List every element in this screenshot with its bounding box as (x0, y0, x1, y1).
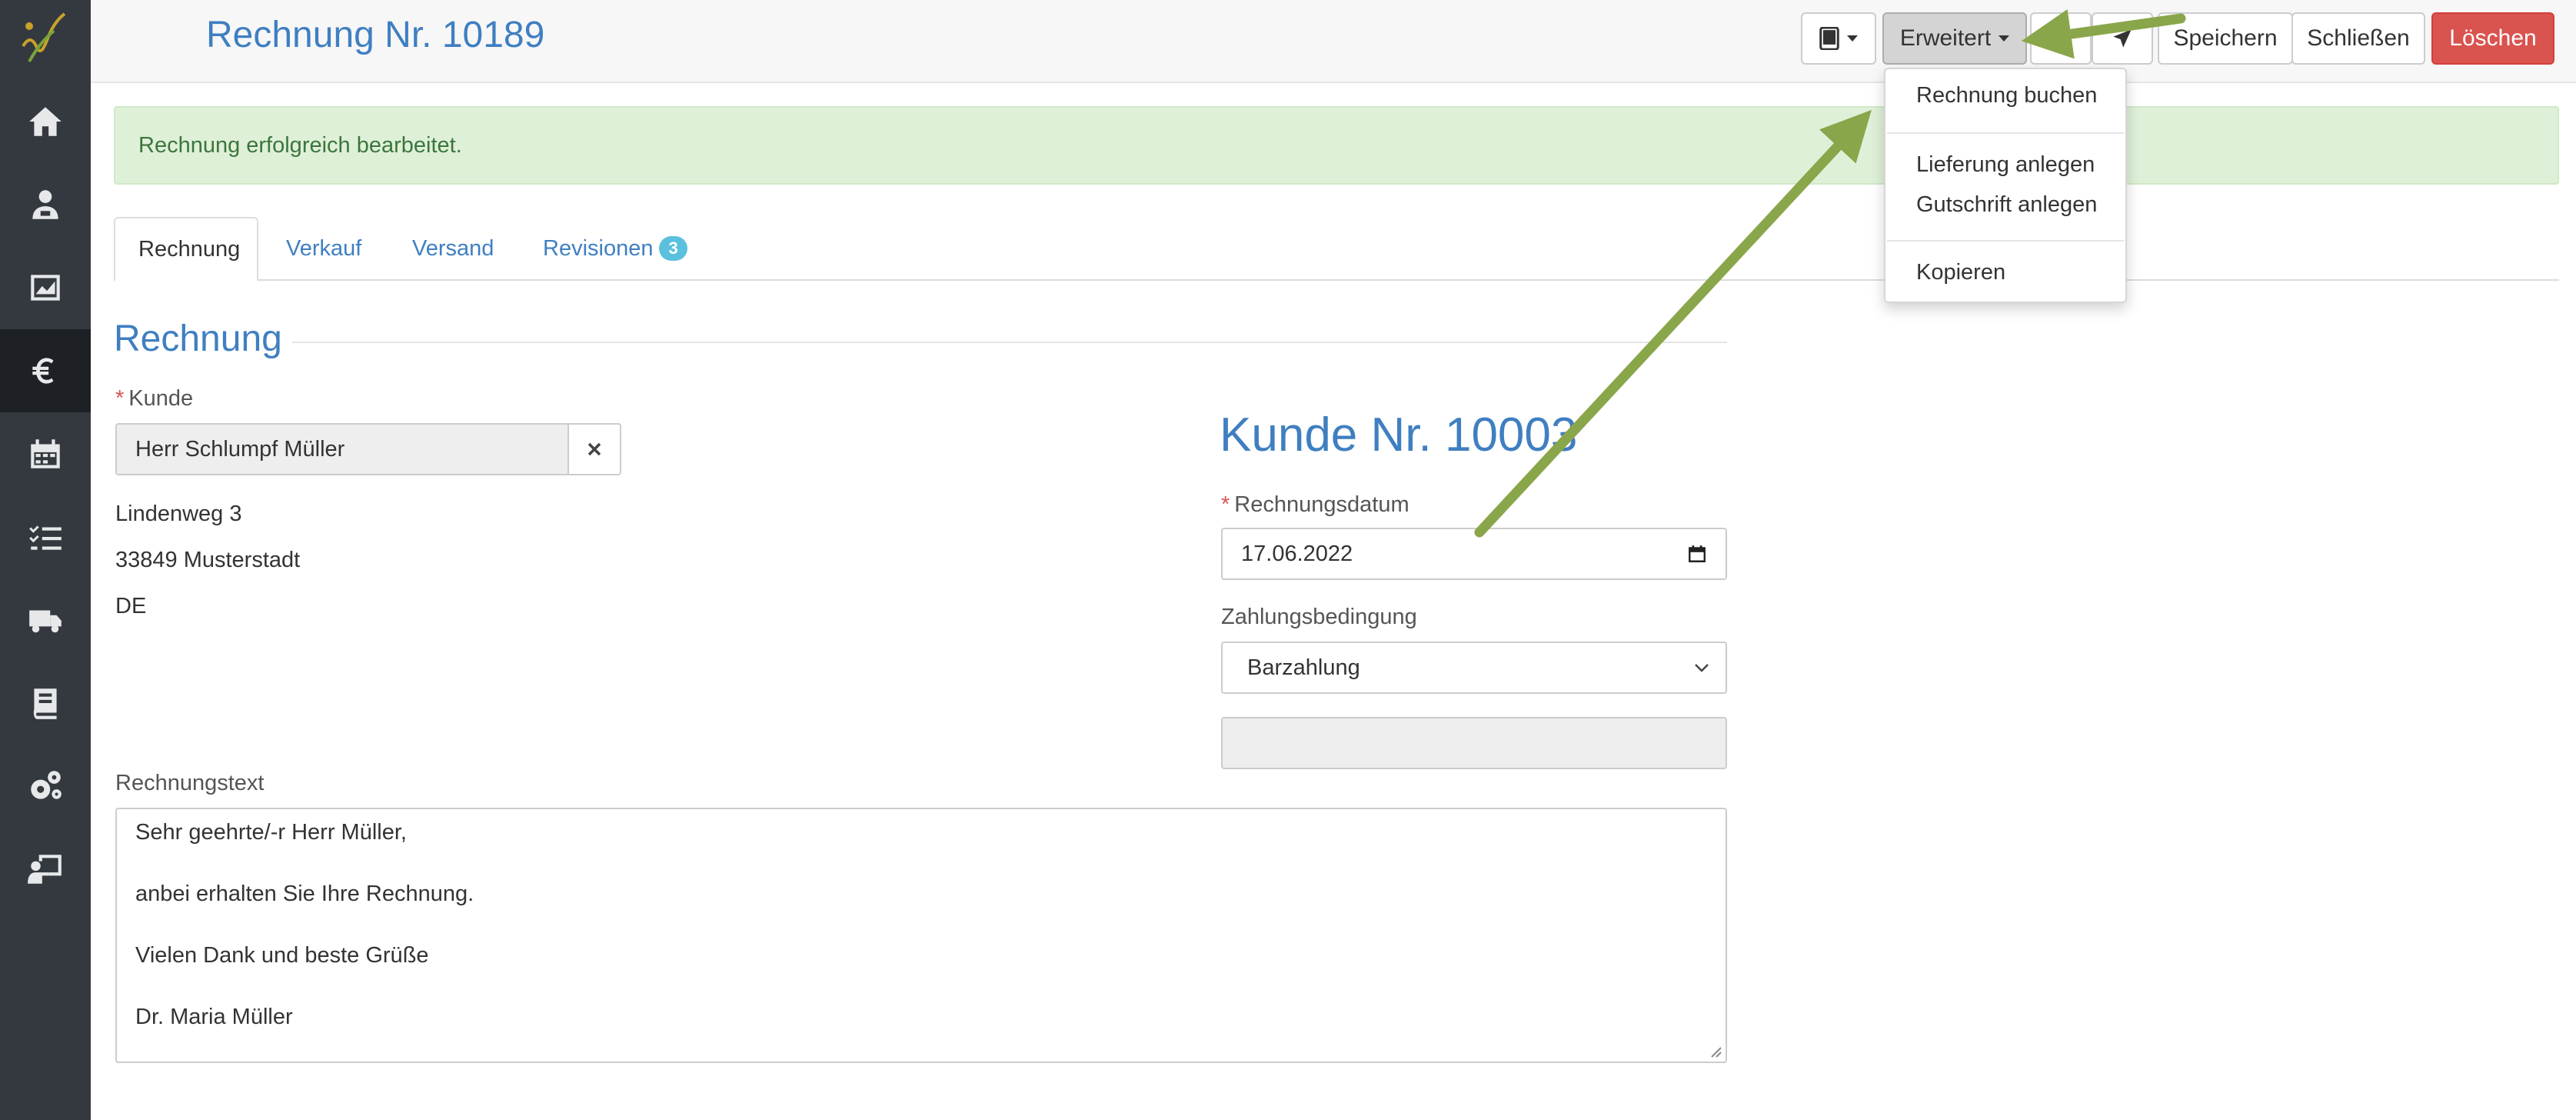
sidebar (0, 0, 91, 1120)
delete-button[interactable]: Löschen (2431, 12, 2554, 65)
tab-verkauf[interactable]: Verkauf (263, 217, 384, 280)
resize-handle-icon[interactable] (1709, 1045, 1722, 1058)
payment-terms-detail-field (1221, 717, 1727, 769)
dashboard-icon (31, 275, 60, 301)
device-menu-button[interactable] (1801, 12, 1876, 65)
truck-icon (29, 610, 62, 633)
customer-icon (32, 190, 58, 219)
invoice-text-line: Dr. Maria Müller (135, 1005, 293, 1029)
alert-message: Rechnung erfolgreich bearbeitet. (138, 132, 462, 158)
calendar-icon[interactable] (1687, 544, 1707, 564)
revisions-count-badge: 3 (659, 236, 687, 261)
calendar-icon (31, 439, 60, 468)
success-alert: Rechnung erfolgreich bearbeitet. (114, 106, 2559, 185)
invoice-text-line: Vielen Dank und beste Grüße (135, 943, 429, 968)
invoice-date-value: 17.06.2022 (1241, 541, 1353, 566)
euro-icon (32, 358, 54, 384)
chevron-down-icon (1847, 35, 1858, 42)
customer-label-text: Kunde (128, 386, 194, 411)
close-button[interactable]: Schließen (2291, 12, 2425, 65)
chevron-down-icon (1695, 664, 1709, 672)
tab-revisionen[interactable]: Revisionen 3 (520, 217, 711, 280)
sidebar-item-calendar[interactable] (0, 412, 91, 495)
menu-item-book-invoice[interactable]: Rechnung buchen (1916, 80, 2097, 111)
book-icon (33, 688, 57, 719)
advanced-dropdown-menu: Rechnung buchen Lieferung anlegen Gutsch… (1884, 68, 2127, 303)
menu-item-create-credit-note[interactable]: Gutschrift anlegen (1916, 189, 2097, 220)
print-button[interactable] (2030, 12, 2092, 65)
print-icon (2052, 29, 2069, 48)
tab-revisionen-label: Revisionen (543, 235, 654, 261)
advanced-menu-label: Erweitert (1899, 25, 1992, 51)
chevron-down-icon (1999, 35, 2010, 42)
invoice-text-label: Rechnungstext (115, 771, 265, 795)
tab-rechnung[interactable]: Rechnung (114, 217, 258, 282)
payment-terms-label: Zahlungsbedingung (1221, 605, 1417, 629)
menu-divider (1887, 132, 2124, 134)
invoice-text-line: Sehr geehrte/-r Herr Müller, (135, 820, 407, 845)
sidebar-item-presentation[interactable] (0, 828, 91, 911)
presentation-icon (28, 855, 62, 884)
customer-field[interactable]: Herr Schlumpf Müller (115, 423, 569, 475)
sidebar-item-invoices[interactable] (0, 329, 91, 412)
payment-terms-select[interactable]: Barzahlung (1221, 642, 1727, 694)
settings-icon (31, 771, 62, 799)
clear-customer-button[interactable] (567, 423, 621, 475)
invoice-date-label: * Rechnungsdatum (1221, 492, 1409, 518)
invoice-text-line: anbei erhalten Sie Ihre Rechnung. (135, 882, 474, 906)
tablet-icon (1819, 27, 1839, 50)
tab-versand[interactable]: Versand (389, 217, 517, 280)
menu-item-copy[interactable]: Kopieren (1916, 257, 2005, 288)
sidebar-item-home[interactable] (0, 80, 91, 163)
customer-label: * Kunde (115, 386, 193, 412)
address-city: 33849 Musterstadt (115, 548, 301, 572)
advanced-menu-button[interactable]: Erweitert (1882, 12, 2027, 65)
tasks-icon (29, 525, 62, 550)
section-title: Rechnung (114, 318, 282, 359)
sidebar-item-dashboard[interactable] (0, 246, 91, 329)
toolbar: Erweitert Speichern Schließen Löschen (0, 12, 2576, 65)
menu-divider (1887, 240, 2124, 242)
payment-terms-value: Barzahlung (1247, 655, 1360, 680)
customer-number-heading: Kunde Nr. 10003 (1220, 408, 1578, 462)
customer-value: Herr Schlumpf Müller (135, 436, 345, 462)
send-icon (2113, 29, 2132, 48)
sidebar-item-shipping[interactable] (0, 578, 91, 662)
sidebar-item-settings[interactable] (0, 745, 91, 828)
save-button[interactable]: Speichern (2158, 12, 2293, 65)
home-icon (29, 107, 62, 136)
address-country: DE (115, 594, 147, 618)
invoice-text-area[interactable]: Sehr geehrte/-r Herr Müller, anbei erhal… (115, 808, 1727, 1063)
close-icon (587, 442, 601, 456)
address-street: Lindenweg 3 (115, 502, 242, 526)
required-mark: * (115, 386, 125, 411)
send-button[interactable] (2092, 12, 2153, 65)
sidebar-item-tasks[interactable] (0, 495, 91, 578)
menu-item-create-delivery[interactable]: Lieferung anlegen (1916, 149, 2095, 180)
sidebar-item-customers[interactable] (0, 163, 91, 246)
invoice-date-label-text: Rechnungsdatum (1234, 492, 1409, 517)
sidebar-item-book[interactable] (0, 662, 91, 745)
required-mark: * (1221, 492, 1230, 517)
section-divider (292, 342, 1727, 343)
invoice-date-input[interactable]: 17.06.2022 (1221, 528, 1727, 580)
